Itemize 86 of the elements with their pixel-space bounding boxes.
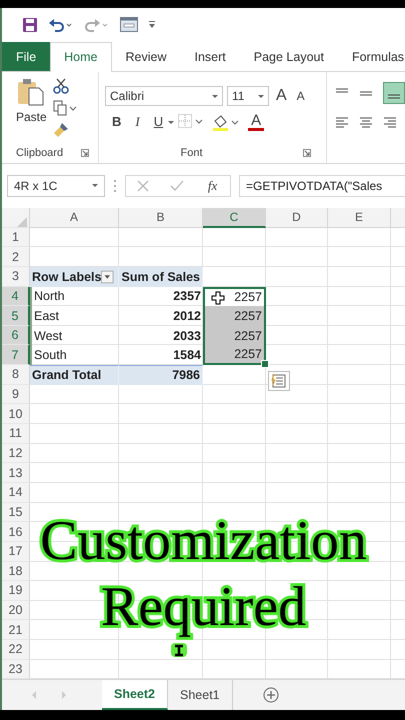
row-header[interactable]: 16 bbox=[2, 522, 30, 542]
table-cell-text: 2033 bbox=[172, 328, 202, 345]
row-header[interactable]: 15 bbox=[2, 502, 30, 522]
undo-icon[interactable] bbox=[48, 16, 74, 33]
row-header[interactable]: 3 bbox=[2, 266, 30, 287]
font-name-field[interactable]: Calibri bbox=[105, 86, 223, 106]
row-header[interactable]: 9 bbox=[2, 384, 30, 404]
row-header[interactable]: 4 bbox=[2, 286, 30, 306]
group-label: Font bbox=[180, 147, 202, 160]
sheet-tab[interactable]: Sheet2 bbox=[102, 680, 168, 710]
ribbon-tab[interactable]: Formulas bbox=[338, 42, 405, 72]
cell-text: Row Labels bbox=[32, 270, 102, 284]
ribbon-tab[interactable]: Home bbox=[50, 42, 112, 72]
row-header[interactable]: 10 bbox=[2, 404, 30, 424]
column-header[interactable]: A bbox=[30, 208, 119, 228]
fill-color-icon[interactable] bbox=[212, 114, 240, 132]
table-cell-text: 1584 bbox=[172, 347, 202, 364]
form-icon[interactable] bbox=[120, 17, 138, 32]
text-cursor-icon bbox=[171, 642, 187, 657]
quick-analysis-icon[interactable] bbox=[268, 371, 290, 392]
font-size-field[interactable]: 11 bbox=[227, 86, 269, 106]
row-header[interactable]: 5 bbox=[2, 306, 30, 326]
row-header[interactable]: 8 bbox=[2, 365, 30, 385]
underline-button[interactable]: U bbox=[150, 114, 166, 130]
insert-function-button[interactable]: fx bbox=[206, 178, 220, 194]
paste-button[interactable]: Paste bbox=[16, 78, 47, 130]
table-cell-text: 2012 bbox=[172, 308, 202, 326]
row-header[interactable]: 7 bbox=[2, 345, 30, 366]
row-header[interactable]: 1 bbox=[2, 228, 30, 248]
save-icon[interactable] bbox=[22, 16, 38, 33]
table-cell: Sum of Sales bbox=[119, 266, 203, 287]
cell-text: 2257 bbox=[234, 290, 262, 304]
ribbon-tab[interactable]: Review bbox=[112, 42, 180, 72]
row-header[interactable]: 23 bbox=[2, 660, 30, 680]
filter-dropdown-icon[interactable] bbox=[101, 270, 114, 284]
row-header[interactable]: 11 bbox=[2, 424, 30, 444]
table-cell: Grand Total bbox=[30, 365, 119, 385]
row-header[interactable]: 14 bbox=[2, 482, 30, 503]
formula-field[interactable]: =GETPIVOTDATA("Sales bbox=[239, 174, 405, 197]
dialog-launcher-icon[interactable] bbox=[81, 149, 90, 158]
italic-button[interactable]: I bbox=[132, 114, 143, 130]
row-header[interactable]: 6 bbox=[2, 326, 30, 346]
row-header[interactable]: 17 bbox=[2, 542, 30, 562]
copy-icon[interactable] bbox=[52, 100, 77, 116]
row-header[interactable]: 19 bbox=[2, 581, 30, 601]
fill-handle[interactable] bbox=[261, 360, 269, 368]
grow-font-button[interactable]: A bbox=[273, 87, 290, 106]
scissors-icon[interactable] bbox=[52, 78, 69, 94]
row-header[interactable]: 13 bbox=[2, 463, 30, 483]
align-bottom-icon[interactable] bbox=[383, 82, 405, 104]
row-header[interactable]: 18 bbox=[2, 562, 30, 582]
more-icon bbox=[113, 178, 117, 193]
customize-dropdown-icon[interactable] bbox=[148, 20, 156, 29]
column-header[interactable]: B bbox=[119, 208, 203, 228]
table-cell: 2257 bbox=[203, 326, 266, 346]
column-header[interactable]: E bbox=[328, 208, 391, 228]
row-header[interactable]: 2 bbox=[2, 247, 30, 267]
font-color-button[interactable]: A bbox=[248, 114, 264, 132]
shrink-font-button[interactable]: A bbox=[294, 89, 308, 104]
align-right-icon[interactable] bbox=[383, 116, 397, 128]
borders-icon[interactable] bbox=[178, 114, 204, 128]
brush-icon[interactable] bbox=[52, 122, 69, 138]
caption-text: Customization bbox=[40, 508, 367, 574]
row-header[interactable]: 22 bbox=[2, 640, 30, 660]
clipboard-icon bbox=[17, 78, 46, 106]
file-tab[interactable]: File bbox=[2, 42, 50, 72]
table-cell: 2257 bbox=[203, 345, 266, 366]
row-header[interactable]: 20 bbox=[2, 600, 30, 620]
column-header[interactable]: D bbox=[266, 208, 328, 228]
group-label: Clipboard bbox=[16, 147, 64, 160]
name-box[interactable]: 4R x 1C bbox=[7, 174, 105, 197]
column-header[interactable]: C bbox=[203, 208, 266, 228]
bold-button[interactable]: B bbox=[109, 114, 124, 130]
table-cell: 2257 bbox=[203, 306, 266, 326]
caption-text: Required bbox=[100, 574, 306, 640]
table-cell-text: 2357 bbox=[172, 288, 202, 306]
row-header[interactable]: 12 bbox=[2, 444, 30, 464]
ribbon-tab[interactable]: Page Layout bbox=[240, 42, 338, 72]
dialog-launcher-icon[interactable] bbox=[302, 149, 310, 158]
sheet-tab[interactable]: Sheet1 bbox=[168, 680, 233, 710]
align-left-icon[interactable] bbox=[335, 116, 349, 128]
align-center-icon[interactable] bbox=[359, 116, 373, 128]
table-cell: 7986 bbox=[119, 365, 203, 385]
row-header[interactable]: 21 bbox=[2, 620, 30, 640]
add-sheet-icon[interactable] bbox=[262, 687, 279, 704]
ribbon-tab[interactable]: Insert bbox=[180, 42, 240, 72]
